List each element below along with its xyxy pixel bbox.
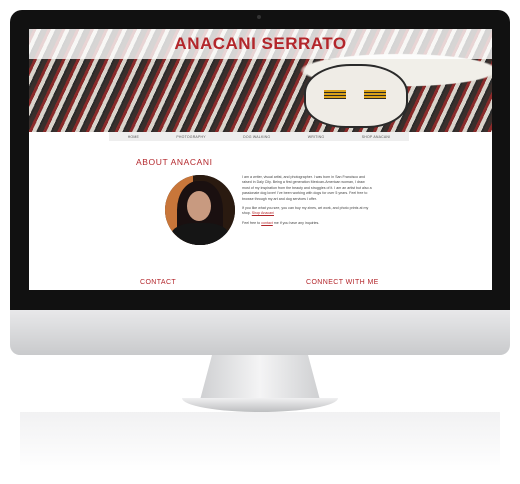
monitor-chin: [10, 310, 510, 355]
about-bio: I am a writer, visual artist, and photog…: [242, 175, 372, 230]
main-nav: HOME PHOTOGRAPHY DOG WALKING WRITING SHO…: [109, 132, 409, 141]
website-screen: ANACANI SERRATO HOME PHOTOGRAPHY DOG WAL…: [29, 29, 492, 290]
portrait-shirt: [171, 223, 229, 245]
mural-eye-right: [364, 90, 386, 99]
about-heading: ABOUT ANACANI: [136, 157, 213, 167]
monitor-base: [182, 398, 338, 412]
monitor-stand: [200, 355, 320, 400]
contact-link[interactable]: contact: [261, 221, 273, 225]
nav-item-dog-walking[interactable]: DOG WALKING: [243, 135, 270, 139]
footer-connect-heading: CONNECT WITH ME: [306, 279, 379, 286]
nav-item-home[interactable]: HOME: [128, 135, 139, 139]
header-banner: ANACANI SERRATO: [29, 29, 492, 132]
bio-paragraph-3: Feel free to contact me if you have any …: [242, 221, 372, 226]
portrait-face: [187, 191, 211, 221]
nav-item-photography[interactable]: PHOTOGRAPHY: [176, 135, 205, 139]
bio-paragraph-2: If you like what you see, you can buy my…: [242, 206, 372, 217]
bio-paragraph-3-end: me if you have any inquiries.: [272, 220, 320, 225]
nav-item-shop[interactable]: SHOP ANACANI: [362, 135, 391, 139]
bio-paragraph-1: I am a writer, visual artist, and photog…: [242, 175, 372, 201]
bio-paragraph-3-text: Feel free to: [242, 220, 262, 225]
shop-link[interactable]: Shop Anacani: [252, 211, 274, 215]
floor-reflection: [20, 412, 500, 472]
nav-item-writing[interactable]: WRITING: [308, 135, 325, 139]
mural-eye-left: [324, 90, 346, 99]
portrait-photo: [165, 175, 235, 245]
site-title[interactable]: ANACANI SERRATO: [29, 34, 492, 54]
camera-icon: [257, 15, 261, 19]
footer-contact-heading: CONTACT: [140, 279, 177, 286]
mural-face: [304, 64, 408, 128]
